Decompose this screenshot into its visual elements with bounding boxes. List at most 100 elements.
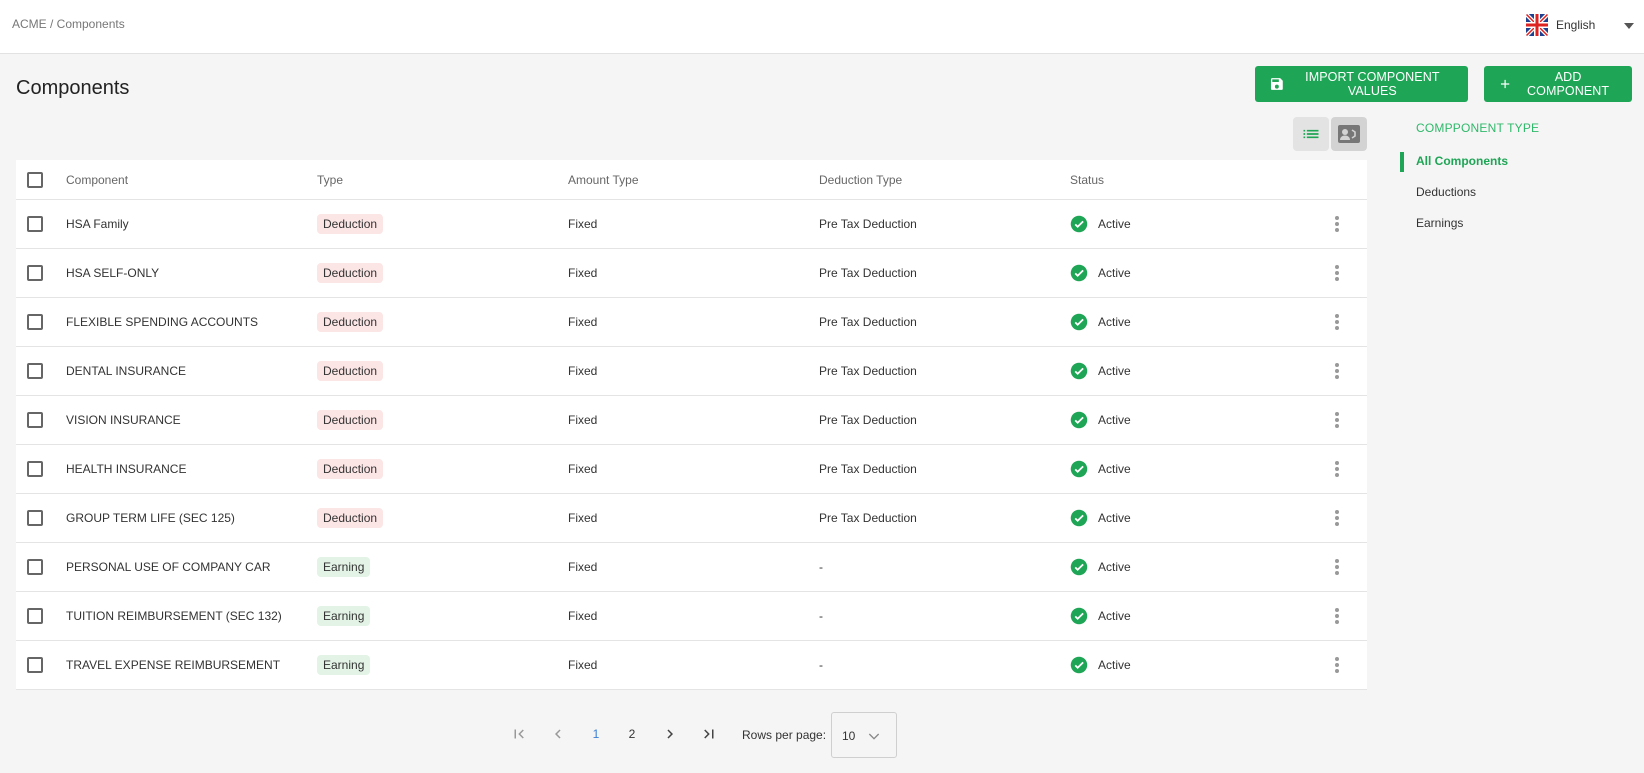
last-page-icon xyxy=(704,729,714,739)
check-circle-icon xyxy=(1070,607,1088,625)
filter-item-all-components[interactable]: All Components xyxy=(1416,154,1508,168)
component-name[interactable]: TUITION REIMBURSEMENT (SEC 132) xyxy=(66,592,282,640)
table-row[interactable]: HEALTH INSURANCE Deduction Fixed Pre Tax De… xyxy=(16,445,1367,494)
row-checkbox[interactable] xyxy=(27,559,43,575)
row-checkbox[interactable] xyxy=(27,657,43,673)
column-header-component[interactable]: Component xyxy=(66,160,128,199)
table-row[interactable]: VISION INSURANCE Deduction Fixed Pre Tax De… xyxy=(16,396,1367,445)
column-header-amount-type[interactable]: Amount Type xyxy=(568,160,639,199)
rows-per-page-select[interactable]: 10 xyxy=(831,712,897,758)
filter-item-earnings[interactable]: Earnings xyxy=(1416,216,1463,230)
row-menu-button[interactable] xyxy=(1334,347,1340,395)
deduction-type: - xyxy=(819,658,823,672)
status-badge: Active xyxy=(1070,607,1131,625)
check-circle-icon xyxy=(1070,264,1088,282)
add-component-button[interactable]: ADD COMPONENT xyxy=(1484,66,1632,102)
deduction-type: Pre Tax Deduction xyxy=(819,462,917,476)
status-badge: Active xyxy=(1070,313,1131,331)
component-name[interactable]: DENTAL INSURANCE xyxy=(66,347,186,395)
page-2-button[interactable]: 2 xyxy=(622,724,642,744)
top-bar: ACME / Components English xyxy=(0,0,1644,54)
column-header-status[interactable]: Status xyxy=(1070,160,1104,199)
status-label: Active xyxy=(1098,266,1131,280)
row-menu-button[interactable] xyxy=(1334,249,1340,297)
type-badge: Deduction xyxy=(317,263,384,283)
language-selector[interactable]: English xyxy=(1526,14,1644,38)
page-1-button[interactable]: 1 xyxy=(586,724,606,744)
caret-down-icon xyxy=(1624,23,1634,29)
uk-flag-icon xyxy=(1526,14,1548,36)
row-menu-button[interactable] xyxy=(1334,298,1340,346)
component-name[interactable]: HSA SELF-ONLY xyxy=(66,249,159,297)
first-page-button[interactable] xyxy=(509,724,529,744)
status-label: Active xyxy=(1098,413,1131,427)
save-icon xyxy=(1270,78,1283,90)
row-checkbox[interactable] xyxy=(27,608,43,624)
row-checkbox[interactable] xyxy=(27,265,43,281)
component-name[interactable]: TRAVEL EXPENSE REIMBURSEMENT xyxy=(66,641,280,689)
pagination: 1 2 Rows per page: 10 xyxy=(500,712,900,758)
row-menu-button[interactable] xyxy=(1334,396,1340,444)
column-header-type[interactable]: Type xyxy=(317,160,343,199)
last-page-button[interactable] xyxy=(699,724,719,744)
component-name[interactable]: HSA Family xyxy=(66,200,129,248)
next-page-button[interactable] xyxy=(660,724,680,744)
row-menu-button[interactable] xyxy=(1334,641,1340,689)
add-button-label: ADD COMPONENT xyxy=(1527,70,1610,98)
row-menu-button[interactable] xyxy=(1334,494,1340,542)
status-label: Active xyxy=(1098,609,1131,623)
row-checkbox[interactable] xyxy=(27,412,43,428)
row-menu-button[interactable] xyxy=(1334,200,1340,248)
deduction-type: Pre Tax Deduction xyxy=(819,315,917,329)
status-badge: Active xyxy=(1070,215,1131,233)
table-row[interactable]: TRAVEL EXPENSE REIMBURSEMENT Earning Fixed… xyxy=(16,641,1367,690)
list-icon xyxy=(1303,129,1319,139)
table-row[interactable]: TUITION REIMBURSEMENT (SEC 132) Earning Fi… xyxy=(16,592,1367,641)
status-badge: Active xyxy=(1070,362,1131,380)
rows-per-page-value: 10 xyxy=(842,729,856,743)
filter-heading: COMPPONENT TYPE xyxy=(1416,121,1540,135)
component-name[interactable]: HEALTH INSURANCE xyxy=(66,445,186,493)
status-badge: Active xyxy=(1070,411,1131,429)
more-vertical-icon xyxy=(1335,608,1339,624)
table-row[interactable]: HSA SELF-ONLY Deduction Fixed Pre Tax Deduc… xyxy=(16,249,1367,298)
filter-item-deductions[interactable]: Deductions xyxy=(1416,185,1476,199)
card-view-button[interactable] xyxy=(1331,117,1367,151)
rows-per-page-label: Rows per page: xyxy=(742,728,827,742)
select-all-checkbox[interactable] xyxy=(27,171,43,188)
row-menu-button[interactable] xyxy=(1334,543,1340,591)
check-circle-icon xyxy=(1070,460,1088,478)
table-row[interactable]: FLEXIBLE SPENDING ACCOUNTS Deduction Fixed… xyxy=(16,298,1367,347)
import-component-values-button[interactable]: IMPORT COMPONENT VALUES xyxy=(1255,66,1468,102)
table-row[interactable]: HSA Family Deduction Fixed Pre Tax Deductio… xyxy=(16,200,1367,249)
row-checkbox[interactable] xyxy=(27,363,43,379)
breadcrumb[interactable]: ACME / Components xyxy=(12,17,125,31)
chevron-left-icon xyxy=(555,729,561,739)
column-header-deduction-type[interactable]: Deduction Type xyxy=(819,160,902,199)
component-name[interactable]: VISION INSURANCE xyxy=(66,396,181,444)
table-row[interactable]: PERSONAL USE OF COMPANY CAR Earning Fixed -… xyxy=(16,543,1367,592)
component-name[interactable]: GROUP TERM LIFE (SEC 125) xyxy=(66,494,235,542)
list-view-button[interactable] xyxy=(1293,117,1329,151)
amount-type: Fixed xyxy=(568,217,598,231)
type-badge: Deduction xyxy=(317,508,384,528)
component-name[interactable]: FLEXIBLE SPENDING ACCOUNTS xyxy=(66,298,258,346)
row-menu-button[interactable] xyxy=(1334,592,1340,640)
type-badge: Deduction xyxy=(317,410,384,430)
table-row[interactable]: DENTAL INSURANCE Deduction Fixed Pre Tax De… xyxy=(16,347,1367,396)
row-checkbox[interactable] xyxy=(27,314,43,330)
status-label: Active xyxy=(1098,462,1131,476)
row-checkbox[interactable] xyxy=(27,216,43,232)
deduction-type: - xyxy=(819,560,823,574)
more-vertical-icon xyxy=(1335,510,1339,526)
deduction-type: - xyxy=(819,609,823,623)
type-badge: Deduction xyxy=(317,312,384,332)
component-name[interactable]: PERSONAL USE OF COMPANY CAR xyxy=(66,543,271,591)
row-menu-button[interactable] xyxy=(1334,445,1340,493)
chevron-right-icon xyxy=(667,729,673,739)
previous-page-button[interactable] xyxy=(548,724,568,744)
row-checkbox[interactable] xyxy=(27,461,43,477)
row-checkbox[interactable] xyxy=(27,510,43,526)
table-row[interactable]: GROUP TERM LIFE (SEC 125) Deduction Fixed P… xyxy=(16,494,1367,543)
amount-type: Fixed xyxy=(568,315,598,329)
